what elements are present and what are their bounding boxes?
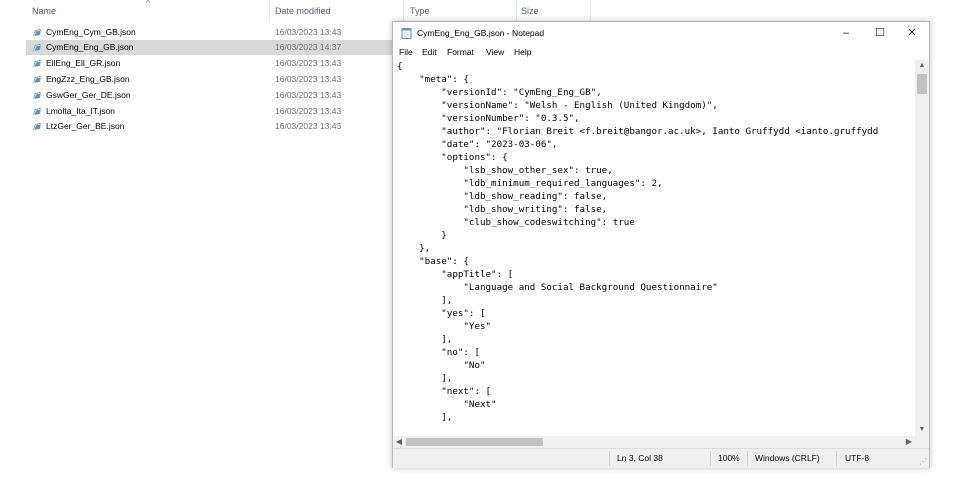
text-line: "versionNumber": "0.3.5", [397,113,580,124]
scrollbar-corner [915,436,929,448]
text-line: "Yes" [397,321,492,332]
file-date-modified: 16/03/2023 14:37 [275,42,342,52]
vertical-scrollbar[interactable]: ▲ ▼ [915,60,929,436]
status-separator [747,451,748,466]
text-line: "ldb_show_writing": false, [397,204,608,215]
file-date-modified: 16/03/2023 13:43 [275,90,342,100]
file-date-modified: 16/03/2023 13:43 [275,74,342,84]
text-editor-area[interactable]: { "meta": { "versionId": "CymEng_Eng_GB"… [393,60,915,436]
column-header-size[interactable]: Size [521,6,539,16]
file-name: GswGer_Ger_DE.json [46,90,131,100]
text-line: "meta": { [397,74,469,85]
json-file-icon [33,108,42,116]
status-separator [836,451,837,466]
text-line: "next": [ [397,386,492,397]
status-cursor-position: Ln 3, Col 38 [617,453,663,463]
text-line: "club_show_codeswitching": true [397,217,635,228]
text-line: "versionId": "CymEng_Eng_GB", [397,87,602,98]
text-line: "yes": [ [397,308,486,319]
notepad-window[interactable]: CymEng_Eng_GB.json - Notepad – ☐ ✕ File … [392,21,930,468]
text-line: } [397,230,447,241]
text-line: "no": [ [397,347,480,358]
menu-help[interactable]: Help [514,47,531,57]
text-line: ], [397,295,453,306]
resize-grip-icon[interactable]: ⋰ [919,457,927,466]
horizontal-scroll-thumb[interactable] [406,438,543,446]
text-line: "date": "2023-03-06", [397,139,558,150]
menu-edit[interactable]: Edit [422,47,437,57]
notepad-icon [401,28,412,39]
text-line: "lsb_show_other_sex": true, [397,165,613,176]
file-name: EllEng_Ell_GR.json [46,58,121,68]
json-file-icon [33,60,42,68]
file-date-modified: 16/03/2023 13:43 [275,121,342,131]
file-row[interactable]: GswGer_Ger_DE.json 16/03/2023 13:43 [26,88,392,103]
column-header-date-modified[interactable]: Date modified [275,6,331,16]
file-row[interactable]: CymEng_Cym_GB.json 16/03/2023 13:43 [26,25,392,40]
column-separator[interactable] [590,0,591,22]
status-separator [710,451,711,466]
scroll-right-arrow-icon[interactable]: ▶ [903,436,915,448]
sort-ascending-icon: ^ [146,0,151,8]
close-button[interactable]: ✕ [895,22,929,44]
text-line: "Next" [397,399,497,410]
window-title: CymEng_Eng_GB.json - Notepad [417,28,545,38]
column-header-name[interactable]: Name [32,6,56,16]
menu-view[interactable]: View [486,47,504,57]
text-line: "No" [397,360,486,371]
json-file-icon [33,29,42,37]
column-separator[interactable] [516,0,517,22]
status-zoom: 100% [718,453,740,463]
text-line: ], [397,334,453,345]
text-line: ], [397,373,453,384]
scroll-left-arrow-icon[interactable]: ◀ [393,436,405,448]
column-separator[interactable] [403,0,404,22]
text-line: }, [397,243,431,254]
json-file-icon [33,123,42,131]
text-line: "Language and Social Background Question… [397,282,718,293]
file-date-modified: 16/03/2023 13:43 [275,106,342,116]
text-line: "author": "Florian Breit <f.breit@bangor… [397,126,879,137]
json-file-icon [33,76,42,84]
status-line-ending: Windows (CRLF) [755,453,820,463]
maximize-button[interactable]: ☐ [863,22,897,44]
status-bar: Ln 3, Col 38 100% Windows (CRLF) UTF-8 ⋰ [393,448,929,468]
menu-format[interactable]: Format [447,47,474,57]
menu-file[interactable]: File [399,47,413,57]
file-name: CymEng_Eng_GB.json [46,42,134,52]
file-row[interactable]: EngZzz_Eng_GB.json 16/03/2023 13:43 [26,72,392,87]
title-bar[interactable]: CymEng_Eng_GB.json - Notepad – ☐ ✕ [393,22,929,44]
file-row-selected[interactable]: CymEng_Eng_GB.json 16/03/2023 14:37 [26,40,392,55]
file-date-modified: 16/03/2023 13:43 [275,27,342,37]
text-line: "ldb_show_reading": false, [397,191,608,202]
text-line: "ldb_minimum_required_languages": 2, [397,178,663,189]
scroll-up-arrow-icon[interactable]: ▲ [915,60,929,72]
file-name: Lmolta_Ita_IT.json [46,106,115,116]
file-date-modified: 16/03/2023 13:43 [275,58,342,68]
vertical-scroll-thumb[interactable] [917,74,927,94]
file-row[interactable]: Lmolta_Ita_IT.json 16/03/2023 13:43 [26,104,392,119]
text-line: ], [397,412,453,423]
status-separator [609,451,610,466]
text-line: "appTitle": [ [397,269,514,280]
text-line: "versionName": "Welsh - English (United … [397,100,718,111]
json-file-icon [33,44,42,52]
file-row[interactable]: EllEng_Ell_GR.json 16/03/2023 13:43 [26,56,392,71]
json-file-icon [33,92,42,100]
file-name: EngZzz_Eng_GB.json [46,74,130,84]
menu-bar: File Edit Format View Help [393,44,929,60]
file-row[interactable]: LtzGer_Ger_BE.json 16/03/2023 13:43 [26,119,392,134]
text-line: { [397,61,403,72]
file-name: CymEng_Cym_GB.json [46,27,136,37]
scroll-down-arrow-icon[interactable]: ▼ [915,424,929,436]
status-encoding: UTF-8 [845,453,870,463]
text-line: "base": { [397,256,469,267]
horizontal-scrollbar[interactable]: ◀ ▶ [393,436,915,448]
file-name: LtzGer_Ger_BE.json [46,121,125,131]
column-header-type[interactable]: Type [410,6,430,16]
minimize-button[interactable]: – [829,22,863,44]
text-line: "options": { [397,152,508,163]
column-separator[interactable] [269,0,270,22]
